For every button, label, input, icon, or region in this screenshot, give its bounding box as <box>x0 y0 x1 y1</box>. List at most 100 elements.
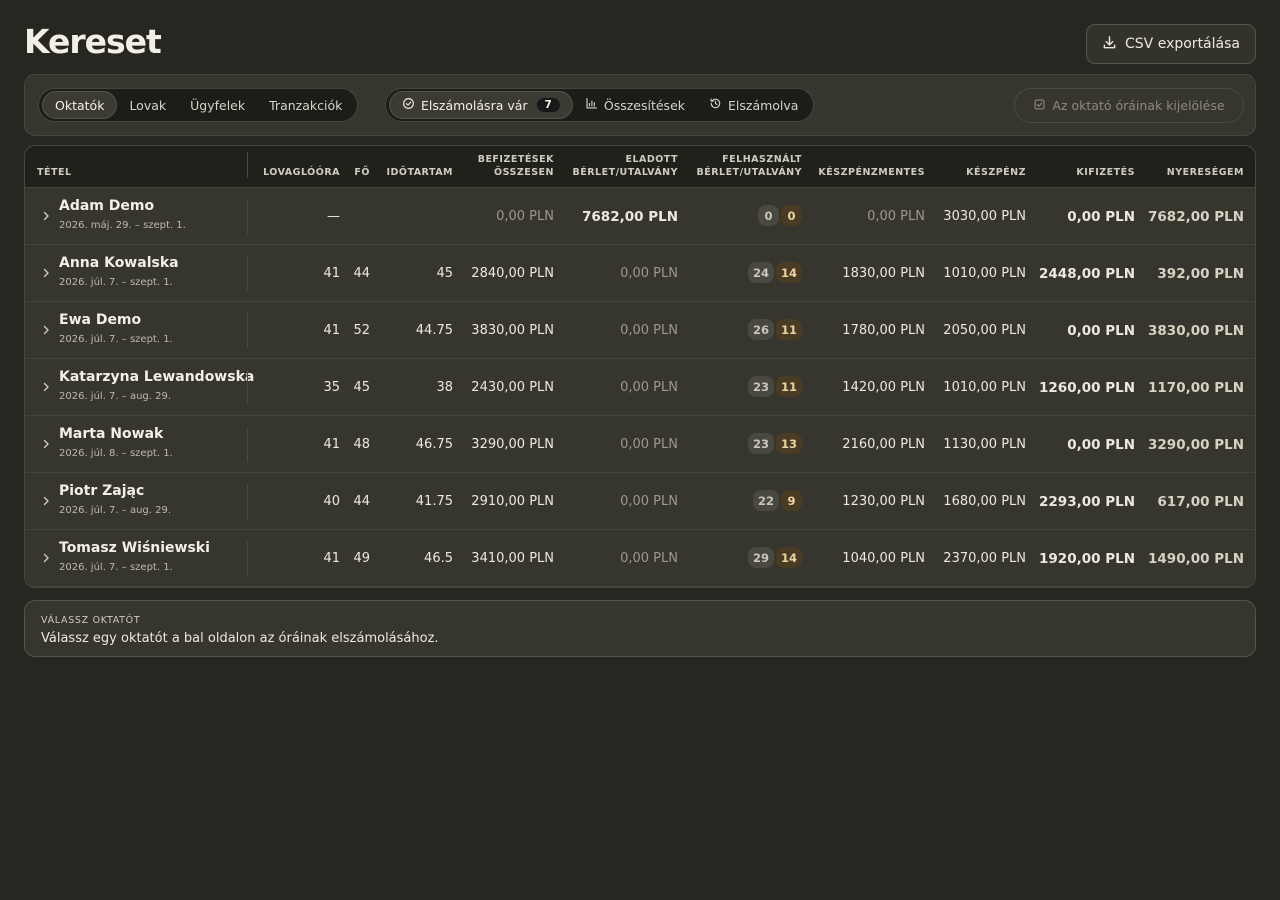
used-pass-badge: 23 <box>747 376 774 397</box>
chevron-right-icon[interactable] <box>39 208 53 222</box>
payout-cell: 0,00 PLN <box>1067 323 1135 339</box>
header-item-label: TÉTEL <box>37 167 72 178</box>
page-title: Kereset <box>24 22 162 61</box>
date-range: 2026. júl. 7. – szept. 1. <box>59 562 173 573</box>
instructor-name: Adam Demo <box>59 198 155 214</box>
table-row[interactable]: Katarzyna Lewandowska 2026. júl. 7. – aug… <box>25 359 1255 416</box>
header-cash: KÉSZPÉNZ <box>966 167 1026 178</box>
payments-cell: 0,00 PLN <box>496 209 554 224</box>
duration-cell: 46.75 <box>415 437 453 452</box>
table-header: TÉTEL LOVAGLÓÓRA FŐ IDŐTARTAM BEFIZETÉSE… <box>25 146 1255 188</box>
cash-cell: 1130,00 PLN <box>943 437 1026 452</box>
instructor-name: Anna Kowalska <box>59 255 179 271</box>
earnings-page: Kereset CSV exportálása Oktatók Lovak Üg… <box>0 0 1280 900</box>
profit-cell: 1170,00 PLN <box>1148 380 1244 396</box>
cashless-cell: 2160,00 PLN <box>842 437 925 452</box>
header-used-line1: FELHASZNÁLT <box>722 154 802 165</box>
persons-cell: 45 <box>353 380 370 395</box>
header-lessons: LOVAGLÓÓRA <box>263 167 340 178</box>
cashless-cell: 1780,00 PLN <box>842 323 925 338</box>
tab-transactions[interactable]: Tranzakciók <box>257 91 354 119</box>
lessons-cell: 41 <box>323 437 340 452</box>
duration-cell: 45 <box>436 266 453 281</box>
date-range: 2026. júl. 7. – aug. 29. <box>59 391 172 402</box>
payments-cell: 3410,00 PLN <box>471 551 554 566</box>
row-divider <box>247 484 248 519</box>
payments-cell: 3290,00 PLN <box>471 437 554 452</box>
sold-cell: 0,00 PLN <box>620 437 678 452</box>
instructor-name: Piotr Zając <box>59 483 145 499</box>
used-pass-badge: 22 <box>752 490 779 511</box>
cashless-cell: 1230,00 PLN <box>842 494 925 509</box>
table-row[interactable]: Anna Kowalska 2026. júl. 7. – szept. 1. 41… <box>25 245 1255 302</box>
chevron-right-icon[interactable] <box>39 322 53 336</box>
payout-cell: 0,00 PLN <box>1067 209 1135 225</box>
profit-cell: 3290,00 PLN <box>1148 437 1244 453</box>
header-persons: FŐ <box>354 167 370 178</box>
profit-cell: 392,00 PLN <box>1157 266 1244 282</box>
select-instructor-lessons-button[interactable]: Az oktató óráinak kijelölése <box>1014 88 1244 123</box>
table-row[interactable]: Marta Nowak 2026. júl. 8. – szept. 1. 41 48… <box>25 416 1255 473</box>
header-payments-line1: BEFIZETÉSEK <box>477 154 554 165</box>
date-range: 2026. júl. 7. – szept. 1. <box>59 334 173 345</box>
tab-summaries[interactable]: Összesítések <box>573 91 697 119</box>
persons-cell: 52 <box>353 323 370 338</box>
header-cashless: KÉSZPÉNZMENTES <box>818 167 925 178</box>
header-sold-line1: ELADOTT <box>625 154 678 165</box>
toolbar: Oktatók Lovak Ügyfelek Tranzakciók Elszá… <box>24 74 1256 136</box>
table-row[interactable]: Ewa Demo 2026. júl. 7. – szept. 1. 41 52 44.… <box>25 302 1255 359</box>
pending-count-badge: 7 <box>536 98 560 112</box>
lessons-cell: — <box>327 209 340 224</box>
cash-cell: 1010,00 PLN <box>943 266 1026 281</box>
tab-instructors[interactable]: Oktatók <box>42 91 118 119</box>
tab-settled[interactable]: Elszámolva <box>697 91 810 119</box>
payout-cell: 2448,00 PLN <box>1039 266 1135 282</box>
chevron-right-icon[interactable] <box>39 493 53 507</box>
profit-cell: 617,00 PLN <box>1157 494 1244 510</box>
bar-chart-icon <box>585 97 598 113</box>
row-divider <box>247 313 248 348</box>
chevron-right-icon[interactable] <box>39 550 53 564</box>
used-voucher-badge: 11 <box>775 319 802 340</box>
tab-pending-settlement-label: Elszámolásra vár <box>421 97 528 113</box>
tab-settled-label: Elszámolva <box>728 97 799 113</box>
select-instructor-panel: VÁLASSZ OKTATÓT Válassz egy oktatót a ba… <box>24 600 1256 657</box>
sold-cell: 0,00 PLN <box>620 380 678 395</box>
tab-transactions-label: Tranzakciók <box>269 97 343 113</box>
cash-cell: 2050,00 PLN <box>943 323 1026 338</box>
table-row[interactable]: Tomasz Wiśniewski 2026. júl. 7. – szept. … <box>25 530 1255 587</box>
tab-horses[interactable]: Lovak <box>117 91 178 119</box>
cash-cell: 3030,00 PLN <box>943 209 1026 224</box>
header-used: FELHASZNÁLT BÉRLET/UTALVÁNY <box>697 153 802 179</box>
chevron-right-icon[interactable] <box>39 379 53 393</box>
lessons-cell: 35 <box>323 380 340 395</box>
instructor-name: Ewa Demo <box>59 312 142 328</box>
payments-cell: 2840,00 PLN <box>471 266 554 281</box>
panel-caption: VÁLASSZ OKTATÓT <box>41 615 141 626</box>
chevron-right-icon[interactable] <box>39 436 53 450</box>
persons-cell: 48 <box>353 437 370 452</box>
cashless-cell: 1040,00 PLN <box>842 551 925 566</box>
table-row[interactable]: Piotr Zając 2026. júl. 7. – aug. 29. 40 44 4… <box>25 473 1255 530</box>
row-divider <box>247 541 248 576</box>
date-range: 2026. júl. 7. – szept. 1. <box>59 277 173 288</box>
table-row[interactable]: Adam Demo 2026. máj. 29. – szept. 1. — 0,00… <box>25 188 1255 245</box>
csv-export-label: CSV exportálása <box>1125 36 1240 52</box>
payments-cell: 2430,00 PLN <box>471 380 554 395</box>
cash-cell: 1680,00 PLN <box>943 494 1026 509</box>
sold-cell: 7682,00 PLN <box>582 209 678 225</box>
check-circle-icon <box>402 97 415 113</box>
used-pass-badge: 0 <box>758 205 779 226</box>
profit-cell: 7682,00 PLN <box>1148 209 1244 225</box>
instructor-name: Marta Nowak <box>59 426 164 442</box>
sold-cell: 0,00 PLN <box>620 266 678 281</box>
tab-clients[interactable]: Ügyfelek <box>178 91 257 119</box>
chevron-right-icon[interactable] <box>39 265 53 279</box>
csv-export-button[interactable]: CSV exportálása <box>1086 24 1256 64</box>
header-duration: IDŐTARTAM <box>386 167 453 178</box>
payout-cell: 2293,00 PLN <box>1039 494 1135 510</box>
tab-pending-settlement[interactable]: Elszámolásra vár 7 <box>389 91 573 119</box>
header-payments: BEFIZETÉSEK ÖSSZESEN <box>478 153 554 179</box>
lessons-cell: 41 <box>323 266 340 281</box>
date-range: 2026. júl. 8. – szept. 1. <box>59 448 173 459</box>
